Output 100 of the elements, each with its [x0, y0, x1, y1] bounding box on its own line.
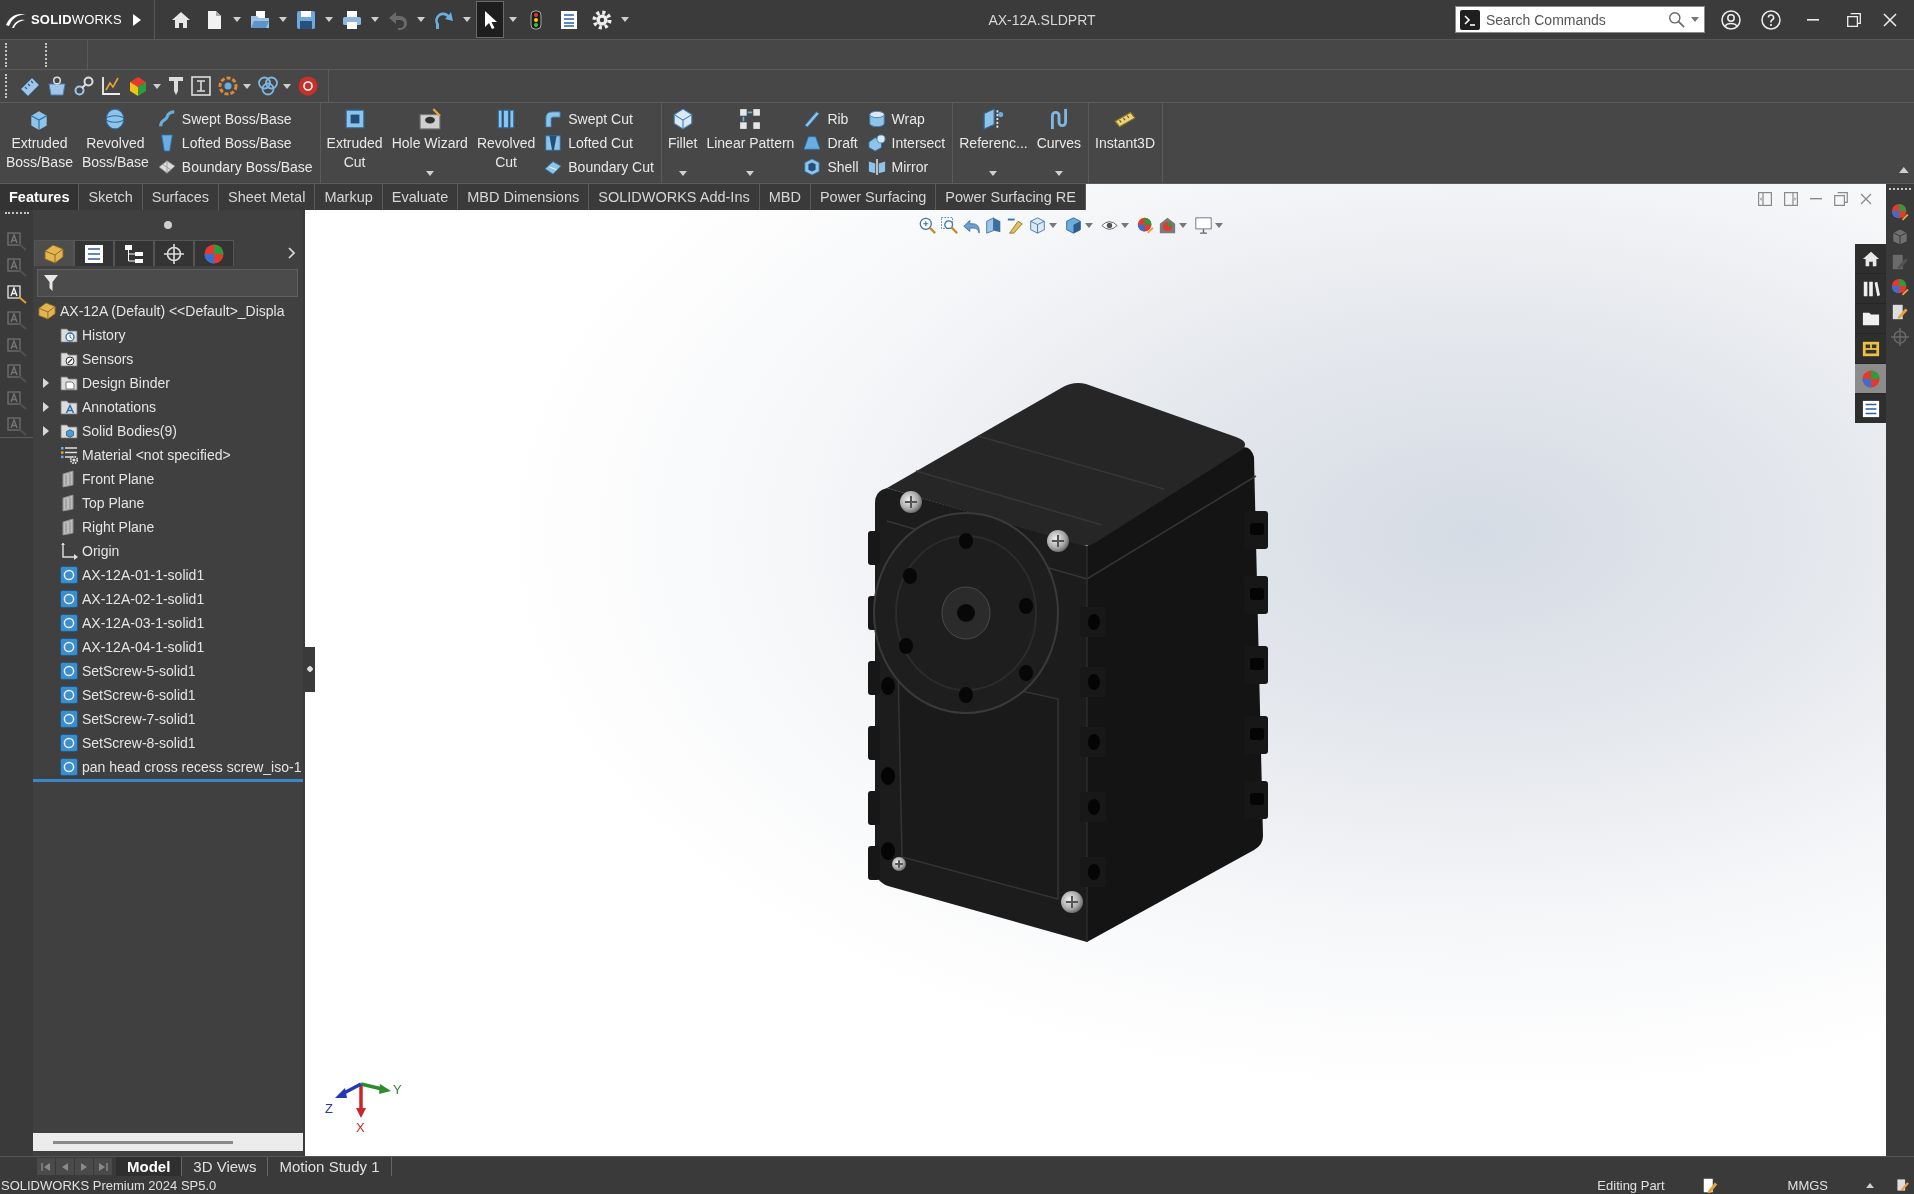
tree-item[interactable]: Origin [60, 540, 120, 562]
minimize-icon[interactable] [1807, 18, 1819, 21]
caret-icon[interactable] [279, 17, 287, 22]
ribbon-button[interactable]: Rib [803, 107, 859, 130]
tree-item[interactable]: SetScrew-5-solid1 [60, 660, 196, 682]
horizontal-scrollbar[interactable] [33, 1133, 303, 1151]
tree-item[interactable]: Sensors [60, 348, 134, 370]
back-arrow-icon[interactable] [963, 217, 980, 234]
ribbon-button[interactable]: Curves [1036, 108, 1082, 153]
caret-icon[interactable] [1179, 223, 1187, 228]
pin-icon[interactable] [168, 76, 184, 96]
menu-expand-icon[interactable] [133, 13, 141, 26]
caret-icon[interactable] [153, 83, 161, 89]
section-view-icon[interactable] [985, 217, 1002, 234]
expand-arrow-icon[interactable] [43, 378, 49, 388]
ribbon-button[interactable]: Swept Cut [544, 107, 654, 130]
ribbon-button[interactable]: Revolved Cut [476, 108, 536, 172]
last-page-icon[interactable] [98, 1161, 108, 1172]
task-pane-tab[interactable] [1855, 274, 1886, 303]
caret-icon[interactable] [283, 83, 291, 89]
tree-item[interactable]: Top Plane [60, 492, 145, 514]
task-pane-tab[interactable] [1855, 304, 1886, 333]
caret-icon[interactable] [371, 17, 379, 22]
scene-icon[interactable] [1159, 217, 1176, 234]
document-icon[interactable] [1896, 1178, 1910, 1192]
appearance-ball-icon[interactable] [1891, 203, 1909, 221]
command-tab[interactable]: Features [0, 184, 80, 210]
shaded-cube-icon[interactable] [1065, 217, 1082, 234]
search-icon[interactable] [1668, 11, 1685, 28]
tree-item[interactable]: Right Plane [60, 516, 155, 538]
search-bar[interactable]: Search Commands [1455, 6, 1705, 33]
caret-icon[interactable] [1054, 171, 1063, 176]
manager-tab[interactable] [154, 240, 194, 266]
tree-item[interactable]: pan head cross recess screw_iso-1 [60, 756, 302, 778]
dimension-icon[interactable] [191, 76, 211, 96]
caret-icon[interactable] [1691, 17, 1699, 22]
expand-arrow-icon[interactable] [43, 402, 49, 412]
ribbon-button[interactable]: Fillet [667, 108, 698, 153]
ribbon-button[interactable]: Boundary Cut [544, 155, 654, 178]
caret-icon[interactable] [746, 171, 755, 176]
unit-system-button[interactable]: MMGS [1787, 1177, 1828, 1193]
tile-right-icon[interactable] [1784, 192, 1798, 206]
target-icon[interactable] [298, 76, 318, 96]
select-button[interactable] [476, 1, 504, 38]
caret-icon[interactable] [1215, 223, 1223, 228]
ribbon-button[interactable]: Wrap [867, 107, 946, 130]
ribbon-button[interactable]: Linear Pattern [706, 108, 795, 153]
tree-item[interactable]: AX-12A (Default) <<Default>_Displa [38, 300, 285, 322]
tree-item[interactable]: AX-12A-04-1-solid1 [60, 636, 205, 658]
filter-field[interactable] [37, 269, 298, 297]
collapse-caret-icon[interactable] [1899, 167, 1909, 173]
appearance-ball-icon[interactable] [1891, 278, 1909, 296]
first-page-icon[interactable] [41, 1161, 51, 1172]
ribbon-button[interactable]: Hole Wizard [391, 108, 468, 153]
cube-icon[interactable] [1029, 217, 1046, 234]
caret-icon[interactable] [1085, 223, 1093, 228]
tile-left-icon[interactable] [1758, 192, 1772, 206]
ribbon-button[interactable]: Extruded Cut [326, 108, 383, 172]
caret-icon[interactable] [1866, 1182, 1874, 1188]
filter-icon[interactable] [44, 275, 58, 291]
panel-collapse-handle[interactable] [305, 647, 315, 692]
tree-item[interactable]: SetScrew-6-solid1 [60, 684, 196, 706]
chevron-right-icon[interactable] [288, 247, 295, 259]
document-icon[interactable] [1891, 303, 1909, 321]
task-pane-tab[interactable] [1855, 334, 1886, 363]
tree-item[interactable]: Material <not specified> [60, 444, 231, 466]
ribbon-button[interactable]: Shell [803, 155, 859, 178]
caret-icon[interactable] [463, 17, 471, 22]
tree-item[interactable]: Design Binder [60, 372, 170, 394]
ribbon-button[interactable]: Referenc... [959, 108, 1028, 153]
shaded-cube-icon[interactable] [128, 76, 148, 96]
ribbon-button[interactable]: Draft [803, 131, 859, 154]
ribbon-button[interactable]: Lofted Boss/Base [157, 131, 313, 154]
interlocked-rings-icon[interactable] [258, 76, 278, 96]
caret-icon[interactable] [1121, 223, 1129, 228]
ribbon-button[interactable]: Revolved Boss/Base [81, 108, 149, 172]
tree-item[interactable]: History [60, 324, 126, 346]
ribbon-button[interactable]: Mirror [867, 155, 946, 178]
previous-page-icon[interactable] [60, 1161, 70, 1172]
ribbon-button[interactable]: Swept Boss/Base [157, 107, 313, 130]
pencil-icon[interactable] [1007, 217, 1024, 234]
document-tab[interactable]: Model [116, 1157, 183, 1176]
ruler-icon[interactable] [20, 76, 40, 96]
manager-tab[interactable] [74, 240, 114, 266]
monitor-icon[interactable] [1195, 217, 1212, 234]
link-icon[interactable] [74, 76, 94, 96]
user-account-icon[interactable] [1721, 9, 1741, 30]
ribbon-button[interactable]: Lofted Cut [544, 131, 654, 154]
tree-item[interactable]: Annotations [60, 396, 156, 418]
task-pane-tab[interactable] [1855, 394, 1886, 423]
caret-icon[interactable] [243, 83, 251, 89]
expand-arrow-icon[interactable] [43, 426, 49, 436]
ribbon-button[interactable]: Boundary Boss/Base [157, 155, 313, 178]
annotation-tool-icon[interactable] [6, 283, 27, 304]
tree-item[interactable]: AX-12A-03-1-solid1 [60, 612, 205, 634]
splitter-handle[interactable] [164, 221, 172, 229]
caret-icon[interactable] [425, 171, 434, 176]
next-page-icon[interactable] [79, 1161, 89, 1172]
ribbon-button[interactable]: Extruded Boss/Base [6, 108, 73, 172]
caret-icon[interactable] [233, 17, 241, 22]
